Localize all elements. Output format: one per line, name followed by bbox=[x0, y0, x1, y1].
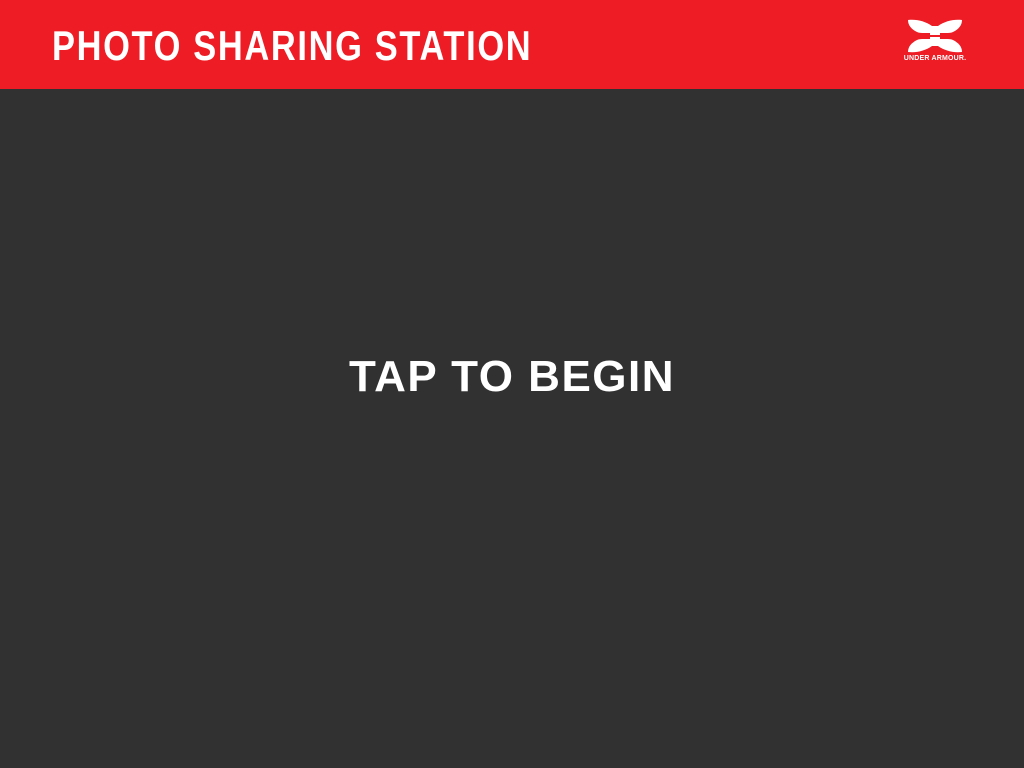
under-armour-logo-icon bbox=[906, 18, 964, 54]
brand-wordmark: UNDER ARMOUR. bbox=[903, 55, 967, 62]
header-bar: PHOTO SHARING STATION UNDER ARMOUR. bbox=[0, 0, 1024, 89]
brand-logo: UNDER ARMOUR. bbox=[890, 18, 980, 66]
tap-to-begin-area[interactable]: TAP TO BEGIN bbox=[0, 89, 1024, 768]
tap-to-begin-prompt[interactable]: TAP TO BEGIN bbox=[0, 351, 1024, 403]
page-title: PHOTO SHARING STATION bbox=[52, 22, 533, 69]
